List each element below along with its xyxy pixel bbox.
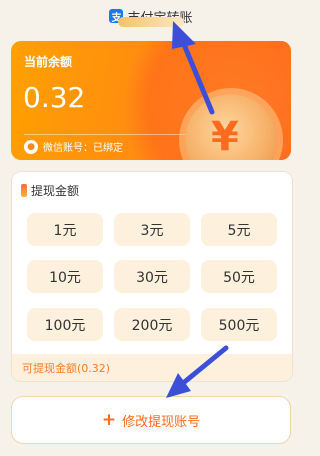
amount-card: 提现金额 1元 3元 5元 10元 30元 50元 100元 200元 500元… bbox=[11, 171, 293, 382]
amount-title: 提现金额 bbox=[31, 184, 80, 198]
balance-card: 当前余额 0.32 ● 微信账号：已绑定 ¥ bbox=[11, 41, 291, 160]
balance-value: 0.32 bbox=[23, 81, 86, 114]
amount-option-500[interactable]: 500元 bbox=[201, 308, 277, 341]
wechat-icon: ● bbox=[24, 139, 38, 154]
amount-header: 提现金额 bbox=[21, 182, 79, 199]
amount-option-5[interactable]: 5元 bbox=[201, 213, 277, 246]
amount-option-100[interactable]: 100元 bbox=[27, 308, 103, 341]
plus-icon: + bbox=[101, 410, 117, 430]
amount-option-200[interactable]: 200元 bbox=[114, 308, 190, 341]
pencil-icon bbox=[21, 184, 27, 197]
yuan-symbol: ¥ bbox=[211, 114, 239, 160]
modify-account-button[interactable]: + 修改提现账号 bbox=[11, 396, 291, 444]
available-amount: 可提现金额(0.32) bbox=[12, 354, 292, 381]
amount-option-3[interactable]: 3元 bbox=[114, 213, 190, 246]
amount-option-30[interactable]: 30元 bbox=[114, 260, 190, 293]
modify-account-label: 修改提现账号 bbox=[122, 414, 201, 430]
wechat-status-text: 微信账号：已绑定 bbox=[43, 143, 123, 154]
balance-label: 当前余额 bbox=[24, 55, 73, 69]
name-mask bbox=[118, 17, 184, 27]
amount-option-50[interactable]: 50元 bbox=[201, 260, 277, 293]
amount-option-1[interactable]: 1元 bbox=[27, 213, 103, 246]
wechat-status: ● 微信账号：已绑定 bbox=[24, 139, 123, 154]
divider bbox=[24, 134, 194, 135]
transfer-title: 支 支付宝转账 bbox=[0, 0, 302, 32]
amount-option-10[interactable]: 10元 bbox=[27, 260, 103, 293]
